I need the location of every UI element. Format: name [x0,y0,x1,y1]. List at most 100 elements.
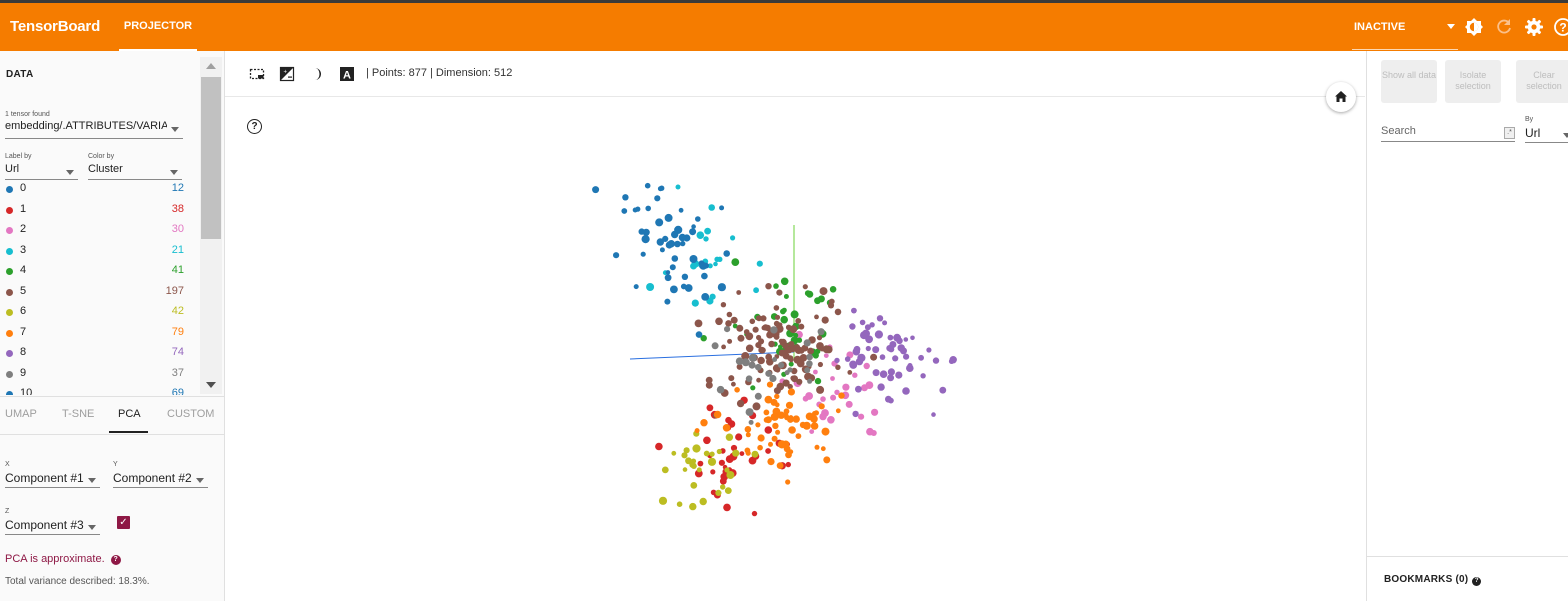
data-point[interactable] [689,228,697,236]
tab-custom[interactable]: CUSTOM [167,408,214,420]
brand-title[interactable]: TensorBoard [10,18,100,35]
data-point[interactable] [734,387,740,393]
data-point[interactable] [644,182,651,189]
data-point[interactable] [802,284,808,290]
data-point[interactable] [641,235,650,244]
data-point[interactable] [939,386,947,394]
data-point[interactable] [731,258,740,266]
data-point[interactable] [844,356,851,362]
data-point[interactable] [776,462,784,469]
data-point[interactable] [715,317,723,326]
data-point[interactable] [755,422,761,428]
night-mode-icon[interactable]: + [279,66,295,82]
data-point[interactable] [765,370,772,377]
tab-tsne[interactable]: T-SNE [62,408,94,420]
data-point[interactable] [775,429,781,435]
data-point[interactable] [664,274,672,282]
data-point[interactable] [838,392,845,399]
data-point[interactable] [849,323,856,330]
data-point[interactable] [814,297,821,305]
data-point[interactable] [767,458,775,466]
data-point[interactable] [783,445,791,453]
data-point[interactable] [888,346,895,353]
data-point[interactable] [813,410,819,416]
tab-projector[interactable]: PROJECTOR [119,3,197,51]
data-point[interactable] [810,422,819,430]
data-point[interactable] [763,409,770,416]
data-point[interactable] [777,411,785,419]
scroll-down-arrow[interactable] [206,382,216,388]
data-point[interactable] [726,471,735,479]
data-point[interactable] [730,235,736,241]
data-point[interactable] [870,353,878,361]
data-point[interactable] [820,446,826,452]
data-point[interactable] [887,334,894,341]
data-point[interactable] [704,227,711,235]
data-point[interactable] [920,373,926,379]
data-point[interactable] [703,436,711,445]
data-point[interactable] [771,435,778,442]
data-point[interactable] [885,395,892,403]
data-point[interactable] [813,369,818,375]
data-point[interactable] [613,252,620,259]
data-point[interactable] [592,186,600,194]
data-point[interactable] [694,428,700,434]
data-point[interactable] [753,287,759,294]
data-point[interactable] [723,503,731,512]
data-point[interactable] [699,497,707,506]
data-point[interactable] [676,501,683,508]
data-point[interactable] [756,315,762,322]
data-point[interactable] [761,325,767,331]
data-point[interactable] [816,342,824,350]
data-point[interactable] [748,353,757,362]
data-point[interactable] [858,413,865,420]
data-point[interactable] [745,375,753,383]
data-point[interactable] [713,261,718,267]
data-point[interactable] [865,345,871,352]
data-point[interactable] [765,448,771,454]
data-point[interactable] [665,270,671,275]
y-component-dropdown[interactable]: Component #2 [113,471,208,488]
data-point[interactable] [910,335,915,341]
data-point[interactable] [744,447,751,454]
tab-umap[interactable]: UMAP [5,408,37,420]
help-icon[interactable]: ? [110,555,121,565]
data-point[interactable] [691,224,696,229]
data-point[interactable] [701,293,710,301]
data-point[interactable] [795,433,802,439]
data-point[interactable] [737,335,743,341]
data-point[interactable] [752,326,759,333]
data-point[interactable] [871,408,879,416]
data-point[interactable] [752,402,761,411]
data-point[interactable] [829,286,837,293]
data-point[interactable] [816,335,823,341]
search-input[interactable]: Search .* [1381,125,1515,142]
label-toggle-icon[interactable]: A [339,66,355,82]
data-point[interactable] [748,419,754,425]
data-point[interactable] [820,396,826,402]
run-status-dropdown[interactable]: INACTIVE [1352,3,1458,50]
data-point[interactable] [804,367,811,374]
data-point[interactable] [860,331,868,340]
data-point[interactable] [726,311,733,318]
data-point[interactable] [759,347,766,354]
data-point[interactable] [709,451,715,457]
data-point[interactable] [774,314,781,320]
data-point[interactable] [823,456,831,464]
legend-scrollbar[interactable] [200,57,222,394]
data-point[interactable] [719,477,727,485]
data-point[interactable] [785,461,791,468]
data-point[interactable] [775,367,781,373]
data-point[interactable] [931,412,936,417]
data-point[interactable] [790,310,799,319]
data-point[interactable] [755,363,762,371]
data-point[interactable] [776,382,785,391]
data-point[interactable] [799,354,808,362]
data-point[interactable] [705,376,713,384]
data-point[interactable] [903,337,909,342]
data-point[interactable] [745,408,754,417]
data-point[interactable] [787,388,796,396]
isolate-selection-button[interactable]: Isolate selection [1445,60,1501,103]
data-point[interactable] [684,284,693,292]
data-point[interactable] [809,429,815,434]
